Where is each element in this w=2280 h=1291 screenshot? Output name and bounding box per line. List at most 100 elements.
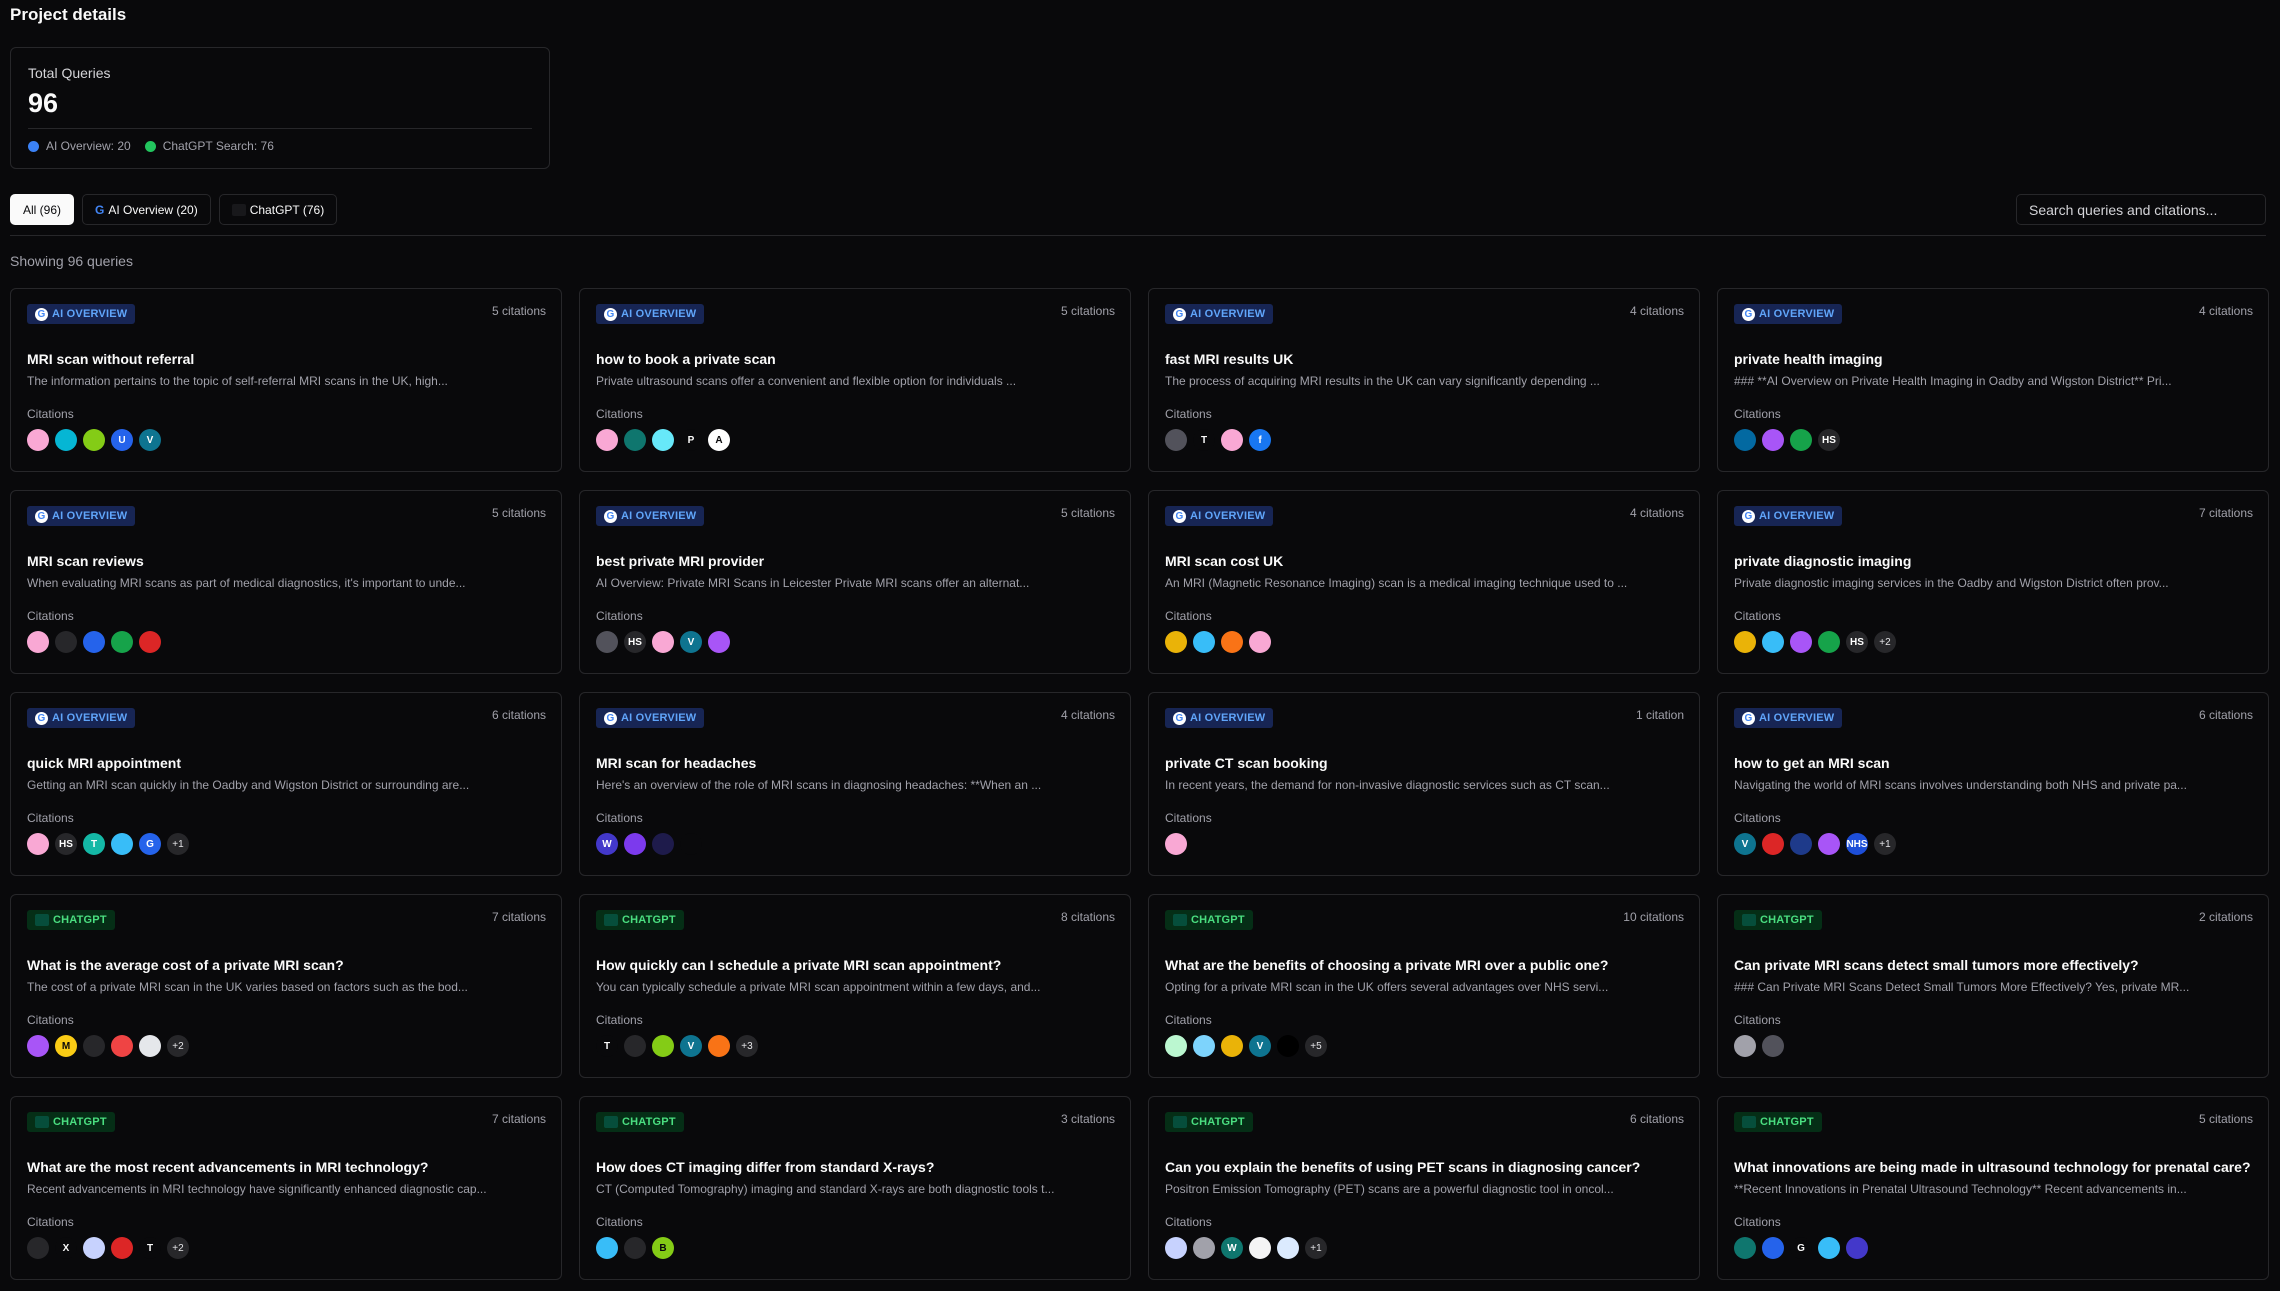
citation-favicon-icon[interactable] (624, 1237, 646, 1259)
citation-favicon-icon[interactable]: HS (1846, 631, 1868, 653)
citation-favicon-icon[interactable] (27, 429, 49, 451)
citation-favicon-icon[interactable] (1193, 1035, 1215, 1057)
citation-favicon-icon[interactable]: W (596, 833, 618, 855)
more-citations-badge[interactable]: +1 (1305, 1237, 1327, 1259)
citation-favicon-icon[interactable] (596, 1237, 618, 1259)
citation-favicon-icon[interactable] (1734, 1237, 1756, 1259)
more-citations-badge[interactable]: +3 (736, 1035, 758, 1057)
citation-favicon-icon[interactable] (624, 1035, 646, 1057)
query-card[interactable]: G AI OVERVIEW 4 citations fast MRI results … (1148, 288, 1700, 472)
citation-favicon-icon[interactable]: P (680, 429, 702, 451)
citation-favicon-icon[interactable] (55, 631, 77, 653)
citation-favicon-icon[interactable] (652, 429, 674, 451)
more-citations-badge[interactable]: +1 (167, 833, 189, 855)
citation-favicon-icon[interactable] (139, 631, 161, 653)
query-card[interactable]: CHATGPT 7 citations What is the average co… (10, 894, 562, 1078)
citation-favicon-icon[interactable] (624, 429, 646, 451)
citation-favicon-icon[interactable] (652, 631, 674, 653)
citation-favicon-icon[interactable]: f (1249, 429, 1271, 451)
citation-favicon-icon[interactable] (1277, 1237, 1299, 1259)
citation-favicon-icon[interactable] (27, 631, 49, 653)
citation-favicon-icon[interactable] (680, 833, 702, 855)
citation-favicon-icon[interactable]: U (111, 429, 133, 451)
query-card[interactable]: G AI OVERVIEW 7 citations private diagnosti… (1717, 490, 2269, 674)
citation-favicon-icon[interactable] (1249, 1237, 1271, 1259)
citation-favicon-icon[interactable]: M (55, 1035, 77, 1057)
citation-favicon-icon[interactable] (652, 833, 674, 855)
citation-favicon-icon[interactable] (27, 1237, 49, 1259)
citation-favicon-icon[interactable]: G (139, 833, 161, 855)
tab-chatgpt[interactable]: ChatGPT (76) (218, 194, 338, 225)
citation-favicon-icon[interactable] (1790, 429, 1812, 451)
citation-favicon-icon[interactable] (27, 833, 49, 855)
citation-favicon-icon[interactable] (1165, 1035, 1187, 1057)
citation-favicon-icon[interactable] (1762, 429, 1784, 451)
citation-favicon-icon[interactable] (83, 1035, 105, 1057)
citation-favicon-icon[interactable] (596, 429, 618, 451)
query-card[interactable]: CHATGPT 2 citations Can private MRI scans … (1717, 894, 2269, 1078)
query-card[interactable]: G AI OVERVIEW 4 citations MRI scan cost UK A… (1148, 490, 1700, 674)
citation-favicon-icon[interactable] (1762, 631, 1784, 653)
citation-favicon-icon[interactable]: T (596, 1035, 618, 1057)
query-card[interactable]: G AI OVERVIEW 1 citation private CT scan bo… (1148, 692, 1700, 876)
citation-favicon-icon[interactable] (139, 1035, 161, 1057)
citation-favicon-icon[interactable] (83, 429, 105, 451)
query-card[interactable]: G AI OVERVIEW 6 citations how to get an MRI… (1717, 692, 2269, 876)
citation-favicon-icon[interactable] (1193, 1237, 1215, 1259)
citation-favicon-icon[interactable] (111, 631, 133, 653)
query-card[interactable]: CHATGPT 7 citations What are the most rece… (10, 1096, 562, 1280)
citation-favicon-icon[interactable] (1734, 429, 1756, 451)
citation-favicon-icon[interactable] (55, 429, 77, 451)
citation-favicon-icon[interactable]: NHS (1846, 833, 1868, 855)
search-input[interactable] (2016, 194, 2266, 225)
citation-favicon-icon[interactable] (1818, 631, 1840, 653)
citation-favicon-icon[interactable] (1762, 833, 1784, 855)
citation-favicon-icon[interactable] (111, 833, 133, 855)
citation-favicon-icon[interactable] (1221, 1035, 1243, 1057)
citation-favicon-icon[interactable] (1249, 631, 1271, 653)
tab-all[interactable]: All (96) (10, 194, 75, 225)
citation-favicon-icon[interactable]: X (55, 1237, 77, 1259)
citation-favicon-icon[interactable] (1818, 1237, 1840, 1259)
citation-favicon-icon[interactable] (111, 1035, 133, 1057)
more-citations-badge[interactable]: +1 (1874, 833, 1896, 855)
citation-favicon-icon[interactable] (1165, 833, 1187, 855)
citation-favicon-icon[interactable] (27, 1035, 49, 1057)
query-card[interactable]: G AI OVERVIEW 5 citations MRI scan without … (10, 288, 562, 472)
citation-favicon-icon[interactable] (708, 631, 730, 653)
citation-favicon-icon[interactable] (596, 631, 618, 653)
citation-favicon-icon[interactable] (1818, 833, 1840, 855)
more-citations-badge[interactable]: +5 (1305, 1035, 1327, 1057)
citation-favicon-icon[interactable] (1734, 1035, 1756, 1057)
citation-favicon-icon[interactable]: A (708, 429, 730, 451)
query-card[interactable]: G AI OVERVIEW 4 citations MRI scan for head… (579, 692, 1131, 876)
citation-favicon-icon[interactable]: T (83, 833, 105, 855)
citation-favicon-icon[interactable] (83, 1237, 105, 1259)
citation-favicon-icon[interactable] (1734, 631, 1756, 653)
citation-favicon-icon[interactable]: B (652, 1237, 674, 1259)
citation-favicon-icon[interactable] (1165, 429, 1187, 451)
citation-favicon-icon[interactable] (708, 1035, 730, 1057)
query-card[interactable]: CHATGPT 3 citations How does CT imaging di… (579, 1096, 1131, 1280)
citation-favicon-icon[interactable] (1790, 833, 1812, 855)
citation-favicon-icon[interactable]: W (1221, 1237, 1243, 1259)
citation-favicon-icon[interactable] (1846, 1237, 1868, 1259)
citation-favicon-icon[interactable]: V (139, 429, 161, 451)
citation-favicon-icon[interactable] (1762, 1035, 1784, 1057)
citation-favicon-icon[interactable] (1165, 1237, 1187, 1259)
citation-favicon-icon[interactable]: V (680, 1035, 702, 1057)
more-citations-badge[interactable]: +2 (167, 1237, 189, 1259)
query-card[interactable]: CHATGPT 8 citations How quickly can I sche… (579, 894, 1131, 1078)
citation-favicon-icon[interactable] (1165, 631, 1187, 653)
citation-favicon-icon[interactable]: HS (624, 631, 646, 653)
query-card[interactable]: G AI OVERVIEW 5 citations MRI scan reviews W… (10, 490, 562, 674)
citation-favicon-icon[interactable] (1277, 1035, 1299, 1057)
citation-favicon-icon[interactable] (1790, 631, 1812, 653)
query-card[interactable]: CHATGPT 10 citations What are the benefits… (1148, 894, 1700, 1078)
query-card[interactable]: CHATGPT 6 citations Can you explain the be… (1148, 1096, 1700, 1280)
query-card[interactable]: G AI OVERVIEW 6 citations quick MRI appoint… (10, 692, 562, 876)
citation-favicon-icon[interactable] (111, 1237, 133, 1259)
citation-favicon-icon[interactable]: T (1193, 429, 1215, 451)
citation-favicon-icon[interactable]: V (1249, 1035, 1271, 1057)
citation-favicon-icon[interactable]: T (139, 1237, 161, 1259)
